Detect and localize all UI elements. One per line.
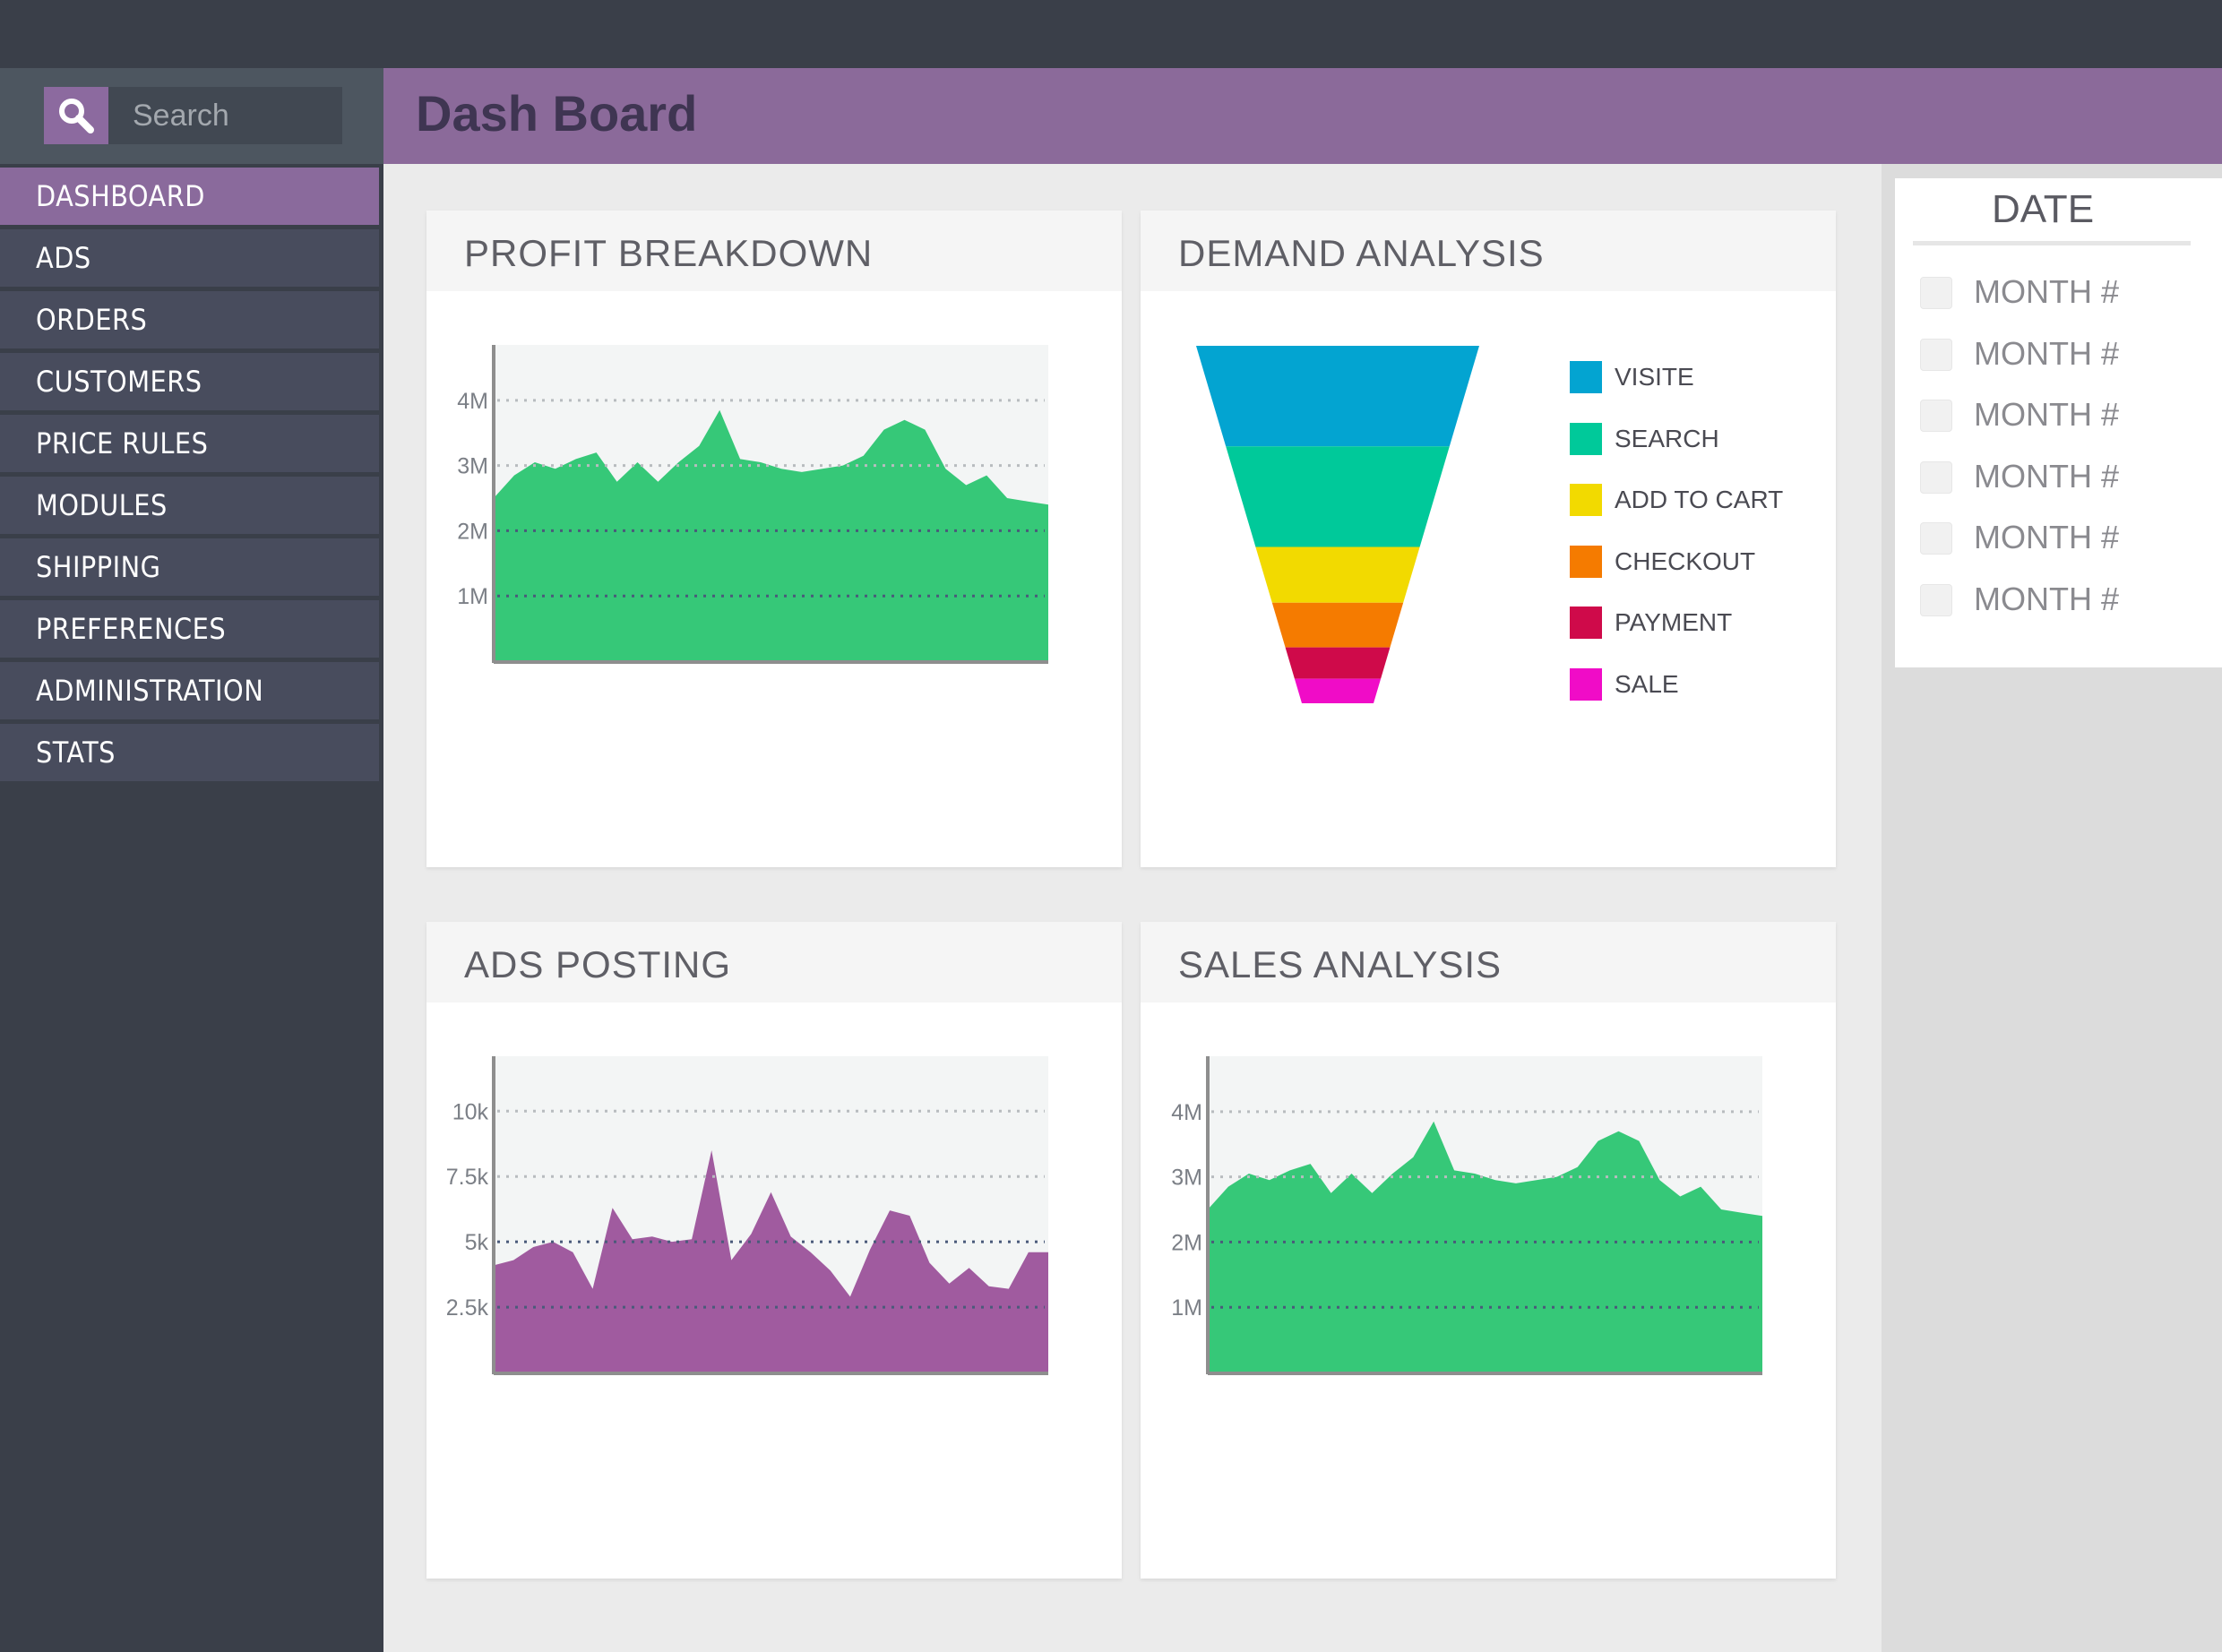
funnel-stage-sale	[1294, 678, 1382, 703]
sidebar-item-stats[interactable]: STATS	[0, 724, 379, 781]
y-tick-label: 7.5k	[446, 1165, 489, 1190]
card-header: SALES ANALYSIS	[1141, 922, 1836, 1002]
date-filter-panel: DATE MONTH # MONTH # MONTH # MONTH # MONTH #…	[1895, 178, 2222, 667]
sidebar: DASHBOARDADSORDERSCUSTOMERSPRICE RULESMO…	[0, 68, 383, 1652]
card-header: DEMAND ANALYSIS	[1141, 211, 1836, 291]
month-checkbox[interactable]	[1920, 522, 1952, 555]
sales-analysis-chart: 1M 2M 3M 4M	[1171, 1056, 1762, 1375]
month-checkbox[interactable]	[1920, 338, 1952, 371]
sidebar-item-shipping[interactable]: SHIPPING	[0, 538, 379, 596]
legend-label: SEARCH	[1615, 424, 1719, 452]
month-label: MONTH #	[1974, 581, 2119, 617]
card-title: PROFIT BREAKDOWN	[464, 232, 874, 274]
ads-posting-card: ADS POSTING 2.5k 5k 7.5k 10k	[426, 922, 1122, 1579]
y-tick-label: 4M	[457, 389, 488, 414]
legend-label: CHECKOUT	[1615, 546, 1756, 575]
month-label: MONTH #	[1974, 273, 2119, 310]
card-header: PROFIT BREAKDOWN	[426, 211, 1122, 291]
legend-swatch	[1570, 361, 1602, 393]
legend-swatch	[1570, 607, 1602, 640]
card-title: ADS POSTING	[464, 943, 732, 985]
legend-swatch	[1570, 545, 1602, 578]
page-title: Dash Board	[416, 85, 698, 142]
month-label: MONTH #	[1974, 396, 2119, 434]
legend-label: VISITE	[1615, 363, 1694, 391]
sidebar-item-orders[interactable]: ORDERS	[0, 291, 379, 348]
funnel-stage-visite	[1196, 346, 1479, 447]
search-input[interactable]	[108, 87, 342, 144]
month-label: MONTH #	[1974, 334, 2119, 372]
y-tick-label: 10k	[452, 1099, 489, 1124]
funnel-stage-payment	[1285, 647, 1391, 679]
sidebar-item-dashboard[interactable]: DASHBOARD	[0, 168, 379, 225]
month-label: MONTH #	[1974, 519, 2119, 556]
ads-posting-chart: 2.5k 5k 7.5k 10k	[446, 1056, 1048, 1375]
y-tick-label: 3M	[1171, 1166, 1202, 1191]
search-icon	[59, 99, 94, 133]
y-tick-label: 1M	[457, 584, 488, 609]
sidebar-nav: DASHBOARD ADS ORDERS CUSTOMERS PRICE RULES MO…	[0, 168, 379, 786]
sidebar-item-modules[interactable]: MODULES	[0, 477, 379, 534]
month-checkbox[interactable]	[1920, 277, 1952, 309]
sales-analysis-card: SALES ANALYSIS 1M 2M 3M 4M	[1141, 922, 1836, 1579]
y-tick-label: 2.5k	[446, 1295, 489, 1321]
y-tick-label: 2M	[1171, 1230, 1202, 1255]
divider	[1913, 241, 2191, 245]
legend-label: PAYMENT	[1615, 608, 1733, 637]
month-checkbox[interactable]	[1920, 584, 1952, 616]
y-tick-label: 3M	[457, 454, 488, 479]
main-content: PROFIT BREAKDOWN 1M 2M 3M 4M DEMAND ANALYSI…	[383, 164, 1882, 1652]
legend-label: ADD TO CART	[1615, 486, 1784, 514]
profit-breakdown-chart: 1M 2M 3M 4M	[457, 345, 1048, 664]
y-tick-label: 4M	[1171, 1100, 1202, 1125]
legend-label: SALE	[1615, 670, 1679, 698]
y-tick-label: 2M	[457, 519, 488, 544]
month-label: MONTH #	[1974, 457, 2119, 495]
y-tick-label: 1M	[1171, 1295, 1202, 1321]
top-bar	[0, 0, 2222, 68]
legend-swatch	[1570, 484, 1602, 517]
month-checkbox[interactable]	[1920, 400, 1952, 433]
demand-funnel-chart	[1196, 346, 1479, 703]
legend-swatch	[1570, 422, 1602, 455]
search-button[interactable]	[44, 87, 108, 144]
sidebar-item-customers[interactable]: CUSTOMERS	[0, 353, 379, 410]
sidebar-item-price-rules[interactable]: PRICE RULES	[0, 415, 379, 472]
demand-analysis-card: DEMAND ANALYSIS VISITE SEARCH ADD TO CART C…	[1141, 211, 1836, 867]
legend-swatch	[1570, 668, 1602, 701]
sidebar-item-administration[interactable]: ADMINISTRATION	[0, 662, 379, 719]
card-title: SALES ANALYSIS	[1178, 943, 1503, 985]
y-tick-label: 5k	[465, 1230, 489, 1255]
date-panel-title: DATE	[1991, 187, 2095, 231]
page-header: Dash Board	[383, 68, 2222, 164]
sidebar-item-preferences[interactable]: PREFERENCES	[0, 600, 379, 658]
month-checkbox[interactable]	[1920, 460, 1952, 494]
funnel-stage-checkout	[1271, 602, 1404, 648]
sidebar-item-ads[interactable]: ADS	[0, 229, 379, 287]
card-header: ADS POSTING	[426, 922, 1122, 1002]
funnel-stage-add-to-cart	[1255, 546, 1420, 603]
funnel-stage-search	[1226, 446, 1450, 547]
search-bar	[0, 68, 383, 164]
profit-breakdown-card: PROFIT BREAKDOWN 1M 2M 3M 4M	[426, 211, 1122, 867]
card-title: DEMAND ANALYSIS	[1178, 232, 1545, 274]
